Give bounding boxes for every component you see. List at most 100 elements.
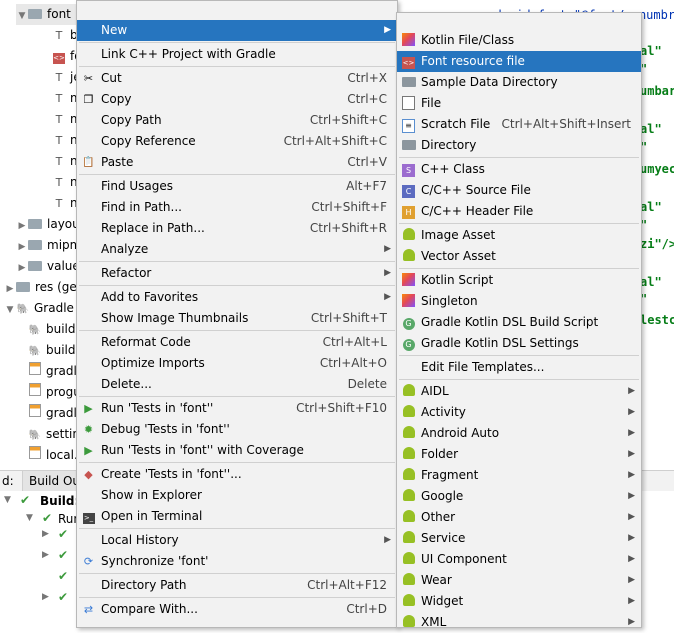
submenu-arrow-icon: ▶ [628, 512, 635, 522]
menu-item-find-usages[interactable]: Find Usages Alt+F7 [77, 176, 397, 197]
menu-item-widget[interactable]: Widget ▶ [397, 591, 641, 612]
menu-item-show-in-explorer[interactable]: Show in Explorer [77, 485, 397, 506]
check-icon: ✔ [58, 590, 69, 604]
menu-item-wear[interactable]: Wear ▶ [397, 570, 641, 591]
expand-arrow-icon[interactable]: ▶ [16, 258, 28, 279]
menu-item-folder[interactable]: Folder ▶ [397, 444, 641, 465]
menu-item-shortcut: Ctrl+D [346, 602, 387, 616]
build-check-icon: ✔ [20, 493, 31, 507]
menu-item-directory-path[interactable]: Directory Path Ctrl+Alt+F12 [77, 575, 397, 596]
menu-separator [79, 330, 395, 331]
menu-item-debug-tests-in-font[interactable]: ✹ Debug 'Tests in 'font'' [77, 419, 397, 440]
menu-item-image-asset[interactable]: Image Asset [397, 225, 641, 246]
menu-item-open-in-terminal[interactable]: >_ Open in Terminal [77, 506, 397, 527]
menu-item-kotlin-file-class[interactable]: Kotlin File/Class [397, 30, 641, 51]
menu-item-create-tests-in-font[interactable]: ◆ Create 'Tests in 'font''... [77, 464, 397, 485]
menu-item-delete[interactable]: Delete... Delete [77, 374, 397, 395]
menu-item-synchronize-font[interactable]: ⟳ Synchronize 'font' [77, 551, 397, 572]
tab-left-label[interactable]: d: [2, 474, 14, 488]
menu-item-font-resource-file[interactable]: <> Font resource file [397, 51, 641, 72]
code-line: lestc [640, 313, 674, 327]
menu-item-copy[interactable]: ❐ Copy Ctrl+C [77, 89, 397, 110]
menu-item-label: Create 'Tests in 'font''... [101, 467, 242, 481]
menu-item-new[interactable]: New ▶ [77, 20, 397, 41]
menu-item-copy-reference[interactable]: Copy Reference Ctrl+Alt+Shift+C [77, 131, 397, 152]
menu-item-activity[interactable]: Activity ▶ [397, 402, 641, 423]
gradle-icon: 🐘 [28, 325, 42, 336]
submenu-arrow-icon: ▶ [384, 25, 391, 35]
menu-separator [79, 528, 395, 529]
menu-item-label: Show Image Thumbnails [101, 311, 249, 325]
menu-item-label: Refactor [101, 266, 152, 280]
menu-item-analyze[interactable]: Analyze ▶ [77, 239, 397, 260]
menu-item-add-to-favorites[interactable]: Add to Favorites ▶ [77, 287, 397, 308]
expand-arrow[interactable]: ▶ [42, 529, 49, 539]
menu-item-label: Run 'Tests in 'font'' [101, 401, 214, 415]
expand-arrow-icon[interactable]: ▶ [16, 216, 28, 237]
menu-item-gradle-kotlin-dsl-build-script[interactable]: G Gradle Kotlin DSL Build Script [397, 312, 641, 333]
menu-item-link-c-project-with-gradle[interactable]: Link C++ Project with Gradle [77, 44, 397, 65]
menu-item-service[interactable]: Service ▶ [397, 528, 641, 549]
menu-item-refactor[interactable]: Refactor ▶ [77, 263, 397, 284]
submenu-arrow-icon: ▶ [384, 292, 391, 302]
menu-item-android-auto[interactable]: Android Auto ▶ [397, 423, 641, 444]
folder-icon [28, 9, 42, 19]
menu-item-local-history[interactable]: Local History ▶ [77, 530, 397, 551]
menu-item-directory[interactable]: Directory [397, 135, 641, 156]
expand-arrow-icon[interactable]: ▼ [16, 6, 28, 27]
menu-item-c-c-header-file[interactable]: H C/C++ Header File [397, 201, 641, 222]
menu-item-aidl[interactable]: AIDL ▶ [397, 381, 641, 402]
menu-item-optimize-imports[interactable]: Optimize Imports Ctrl+Alt+O [77, 353, 397, 374]
run-expand-arrow[interactable]: ▼ [26, 513, 33, 523]
menu-item-kotlin-script[interactable]: Kotlin Script [397, 270, 641, 291]
expand-arrow-icon[interactable]: ▼ [4, 300, 16, 321]
menu-item-scratch-file[interactable]: ≡ Scratch File Ctrl+Alt+Shift+Insert [397, 114, 641, 135]
menu-item-vector-asset[interactable]: Vector Asset [397, 246, 641, 267]
menu-item-run-tests-in-font-with-coverage[interactable]: ▶ Run 'Tests in 'font'' with Coverage [77, 440, 397, 461]
menu-separator [79, 285, 395, 286]
menu-item-sample-data-directory[interactable]: Sample Data Directory [397, 72, 641, 93]
menu-item-copy-path[interactable]: Copy Path Ctrl+Shift+C [77, 110, 397, 131]
menu-item-reformat-code[interactable]: Reformat Code Ctrl+Alt+L [77, 332, 397, 353]
menu-item-gradle-kotlin-dsl-settings[interactable]: G Gradle Kotlin DSL Settings [397, 333, 641, 354]
expand-arrow-icon[interactable]: ▶ [4, 279, 16, 300]
menu-item-file[interactable]: File [397, 93, 641, 114]
menu-item-label: Paste [101, 155, 134, 169]
menu-item-label: Other [421, 510, 456, 524]
menu-item-shortcut: Ctrl+Shift+T [310, 311, 387, 325]
menu-item-compare-with[interactable]: ⇄ Compare With... Ctrl+D [77, 599, 397, 620]
expand-arrow[interactable]: ▶ [42, 592, 49, 602]
expand-arrow-icon[interactable]: ▶ [16, 237, 28, 258]
menu-item-run-tests-in-font[interactable]: ▶ Run 'Tests in 'font'' Ctrl+Shift+F10 [77, 398, 397, 419]
menu-item-google[interactable]: Google ▶ [397, 486, 641, 507]
android-icon [401, 594, 416, 609]
menu-item-shortcut: Ctrl+Alt+L [322, 335, 387, 349]
android-icon [401, 573, 416, 588]
menu-item-ui-component[interactable]: UI Component ▶ [397, 549, 641, 570]
menu-item-label: Optimize Imports [101, 356, 205, 370]
cpp-header-icon: H [401, 204, 416, 219]
menu-item-paste[interactable]: 📋 Paste Ctrl+V [77, 152, 397, 173]
menu-item-fragment[interactable]: Fragment ▶ [397, 465, 641, 486]
menu-item-c-c-source-file[interactable]: C C/C++ Source File [397, 180, 641, 201]
menu-separator [399, 355, 639, 356]
menu-item-xml[interactable]: XML ▶ [397, 612, 641, 633]
menu-item-c-class[interactable]: S C++ Class [397, 159, 641, 180]
cpp-class-icon: S [401, 162, 416, 177]
menu-item-replace-in-path[interactable]: Replace in Path... Ctrl+Shift+R [77, 218, 397, 239]
menu-item-shortcut: Ctrl+Alt+O [319, 356, 387, 370]
menu-item-show-image-thumbnails[interactable]: Show Image Thumbnails Ctrl+Shift+T [77, 308, 397, 329]
expand-arrow[interactable]: ▶ [42, 550, 49, 560]
menu-separator [79, 573, 395, 574]
cpp-source-icon: C [401, 183, 416, 198]
android-icon [401, 468, 416, 483]
menu-item-find-in-path[interactable]: Find in Path... Ctrl+Shift+F [77, 197, 397, 218]
menu-item-singleton[interactable]: Singleton [397, 291, 641, 312]
text-file-icon: T [55, 71, 63, 84]
menu-item-other[interactable]: Other ▶ [397, 507, 641, 528]
build-expand-arrow[interactable]: ▼ [4, 495, 11, 505]
menu-item-cut[interactable]: ✂ Cut Ctrl+X [77, 68, 397, 89]
menu-item-label: Widget [421, 594, 464, 608]
menu-separator [79, 462, 395, 463]
menu-item-edit-file-templates[interactable]: Edit File Templates... [397, 357, 641, 378]
